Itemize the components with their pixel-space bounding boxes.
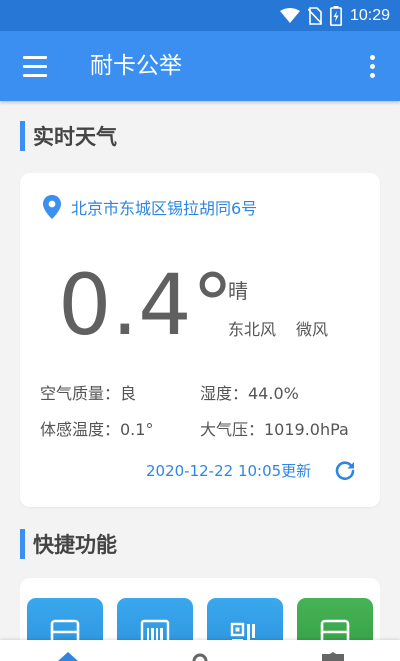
battery-charging-icon xyxy=(329,6,342,26)
bottom-navigation xyxy=(0,640,400,661)
more-dot xyxy=(369,72,375,78)
weather-section-header: 实时天气 xyxy=(20,120,117,152)
discover-icon[interactable] xyxy=(191,652,209,661)
section-accent-bar xyxy=(20,529,25,559)
location-text: 北京市东城区锡拉胡同6号 xyxy=(71,199,258,218)
more-dot xyxy=(369,54,375,60)
status-time: 10:29 xyxy=(349,7,390,24)
profile-icon[interactable] xyxy=(322,652,344,661)
updated-time: 2020-12-22 10:05更新 xyxy=(146,462,312,480)
weather-section-title: 实时天气 xyxy=(33,125,117,149)
app-title: 耐卡公举 xyxy=(90,53,182,79)
weather-condition: 晴 xyxy=(228,279,248,303)
shortcuts-section-title: 快捷功能 xyxy=(33,533,117,557)
location-pin-icon xyxy=(43,195,61,219)
feels-like-temperature: 体感温度：0.1° xyxy=(40,420,154,439)
location-row[interactable]: 北京市东城区锡拉胡同6号 xyxy=(42,194,257,220)
humidity: 湿度：44.0% xyxy=(200,384,299,403)
wind-level: 微风 xyxy=(296,320,329,339)
menu-icon-line xyxy=(23,55,47,59)
air-pressure: 大气压：1019.0hPa xyxy=(200,420,349,439)
air-quality: 空气质量：良 xyxy=(40,384,137,403)
home-icon[interactable] xyxy=(58,652,78,661)
weather-card: 北京市东城区锡拉胡同6号 0.4° 晴 东北风 微风 空气质量：良 湿度：44.… xyxy=(20,173,380,507)
more-dot xyxy=(369,63,375,69)
app-bar: 耐卡公举 xyxy=(0,31,400,101)
section-accent-bar xyxy=(20,121,25,151)
menu-icon-line xyxy=(23,73,47,77)
wifi-icon xyxy=(279,8,300,23)
no-sim-icon xyxy=(307,7,322,25)
status-icons: 10:29 xyxy=(279,5,390,27)
status-bar: 10:29 xyxy=(0,0,400,31)
menu-icon-line xyxy=(23,64,47,68)
more-options-button[interactable] xyxy=(360,50,384,82)
temperature: 0.4° xyxy=(58,256,234,354)
menu-button[interactable] xyxy=(16,50,54,82)
refresh-icon[interactable] xyxy=(333,459,357,483)
wind-direction: 东北风 xyxy=(228,320,277,339)
shortcuts-section-header: 快捷功能 xyxy=(20,528,117,560)
